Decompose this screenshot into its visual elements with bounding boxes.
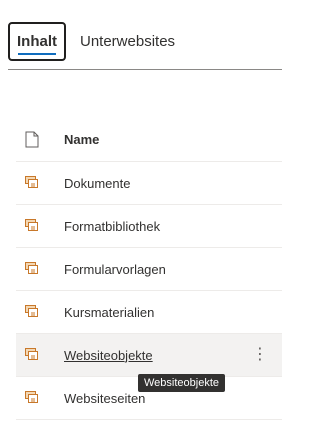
library-icon: [16, 219, 64, 233]
tab-inhalt[interactable]: Inhalt: [8, 21, 66, 61]
list-item[interactable]: Kursmaterialien: [16, 291, 282, 334]
list-item[interactable]: Formularvorlagen: [16, 248, 282, 291]
name-column-header[interactable]: Name: [64, 132, 99, 147]
content-tabs: Inhalt Unterwebsites: [8, 21, 175, 61]
library-icon: [16, 348, 64, 362]
more-options-icon[interactable]: ⋮: [252, 347, 268, 363]
library-icon: [16, 305, 64, 319]
list-item-label[interactable]: Dokumente: [64, 176, 130, 191]
library-icon: [16, 391, 64, 405]
list-item-label[interactable]: Websiteobjekte: [64, 348, 153, 363]
tab-unterwebsites[interactable]: Unterwebsites: [80, 22, 175, 61]
list-header-row: Name: [16, 118, 282, 162]
list-item[interactable]: Websiteobjekte ⋮: [16, 334, 282, 377]
file-type-icon[interactable]: [16, 131, 64, 148]
list-item-label[interactable]: Websiteseiten: [64, 391, 145, 406]
list-item[interactable]: Dokumente: [16, 162, 282, 205]
tooltip: Websiteobjekte: [138, 374, 226, 392]
list-item-label[interactable]: Formatbibliothek: [64, 219, 160, 234]
tab-unterwebsites-label: Unterwebsites: [80, 32, 176, 50]
list-item[interactable]: Formatbibliothek: [16, 205, 282, 248]
library-icon: [16, 176, 64, 190]
list-item-label[interactable]: Kursmaterialien: [64, 305, 154, 320]
tab-inhalt-label: Inhalt: [17, 32, 57, 50]
library-icon: [16, 262, 64, 276]
list-item-label[interactable]: Formularvorlagen: [64, 262, 166, 277]
active-tab-indicator: [18, 52, 56, 55]
tabs-divider: [8, 69, 282, 70]
